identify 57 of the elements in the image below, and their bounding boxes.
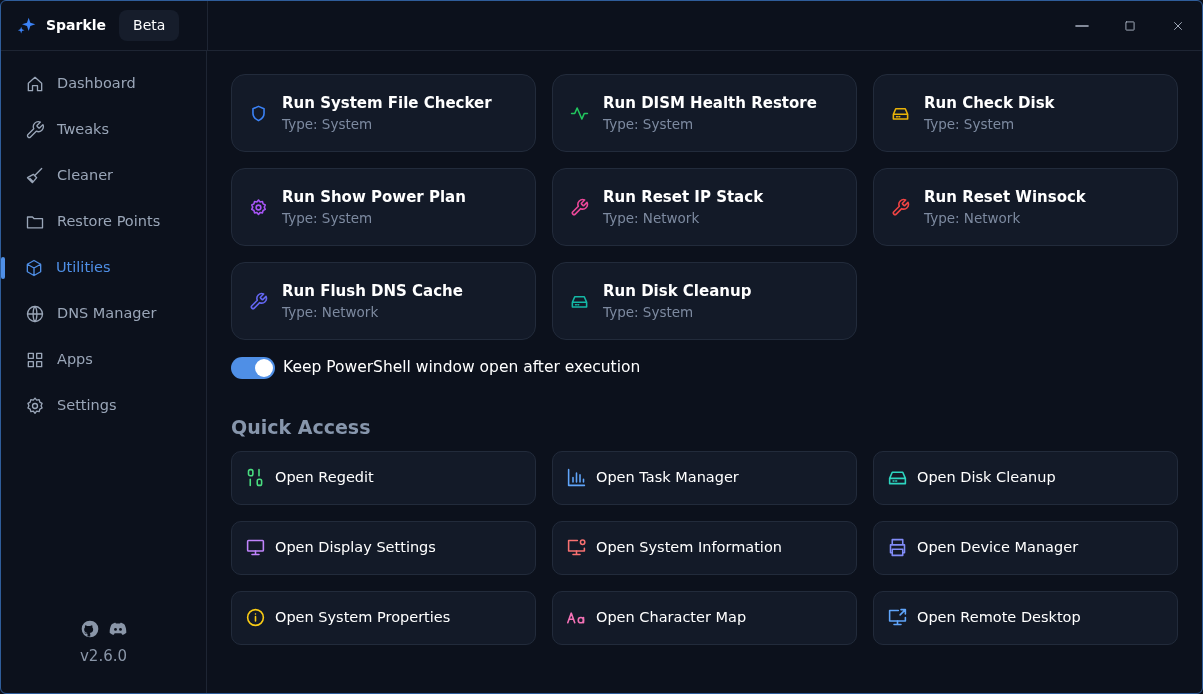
utility-type: Type: Network	[282, 303, 380, 323]
utility-title: Run Flush DNS Cache	[282, 280, 463, 302]
home-icon	[25, 74, 45, 94]
toggle-label: Keep PowerShell window open after execution	[283, 357, 641, 378]
cube-icon	[24, 258, 44, 278]
utility-card[interactable]: Run Disk Cleanup Type: System	[552, 262, 857, 340]
quick-access-button[interactable]: Open System Properties	[231, 590, 536, 645]
sidebar-item[interactable]: Tweaks	[1, 107, 206, 153]
minimize-icon	[1075, 24, 1089, 27]
quick-access-button[interactable]: Open Task Manager	[552, 450, 857, 505]
utility-title: Run System File Checker	[282, 92, 492, 114]
utility-type: Type: System	[603, 303, 695, 323]
quick-access-button[interactable]: Open Device Manager	[873, 520, 1178, 575]
beta-badge: Beta	[119, 10, 180, 41]
utility-title: Run Show Power Plan	[282, 186, 466, 208]
maximize-icon	[1123, 18, 1137, 33]
utility-card[interactable]: Run System File Checker Type: System	[231, 74, 536, 152]
version-label: v2.6.0	[79, 645, 127, 667]
utility-type: Type: System	[282, 115, 374, 135]
utility-title: Run Reset Winsock	[924, 186, 1086, 208]
utility-type: Type: System	[603, 115, 695, 135]
utility-type: Type: System	[924, 115, 1016, 135]
utility-card[interactable]: Run DISM Health Restore Type: System	[552, 74, 857, 152]
utility-card[interactable]: Run Show Power Plan Type: System	[231, 168, 536, 246]
sidebar-item[interactable]: Dashboard	[1, 61, 206, 107]
sidebar-item[interactable]: DNS Manager	[1, 291, 206, 337]
sidebar-item[interactable]: Utilities	[1, 245, 206, 291]
sidebar-item[interactable]: Restore Points	[1, 199, 206, 245]
utility-type: Type: Network	[603, 209, 701, 229]
wrench-icon	[25, 120, 45, 140]
quick-access-button[interactable]: Open Display Settings	[231, 520, 536, 575]
quick-access-button[interactable]: Open System Information	[552, 520, 857, 575]
utility-title: Run Check Disk	[924, 92, 1055, 114]
utility-card[interactable]: Run Flush DNS Cache Type: Network	[231, 262, 536, 340]
github-icon[interactable]	[79, 618, 100, 639]
sidebar-item[interactable]: Settings	[1, 383, 206, 429]
brush-icon	[25, 166, 45, 186]
settings-icon	[25, 396, 45, 416]
quick-access-button[interactable]: Open Character Map	[552, 590, 857, 645]
toggle-switch[interactable]	[231, 356, 275, 379]
utility-type: Type: Network	[924, 209, 1022, 229]
globe-icon	[25, 304, 45, 324]
utility-card[interactable]: Run Check Disk Type: System	[873, 74, 1178, 152]
utility-card[interactable]: Run Reset Winsock Type: Network	[873, 168, 1178, 246]
utility-title: Run Reset IP Stack	[603, 186, 764, 208]
utility-title: Run Disk Cleanup	[603, 280, 752, 302]
sidebar-item[interactable]: Cleaner	[1, 153, 206, 199]
quick-access-button[interactable]: Open Remote Desktop	[873, 590, 1178, 645]
quick-access-button[interactable]: Open Regedit	[231, 450, 536, 505]
utility-type: Type: System	[282, 209, 374, 229]
quick-access-button[interactable]: Open Disk Cleanup	[873, 450, 1178, 505]
utility-card[interactable]: Run Reset IP Stack Type: Network	[552, 168, 857, 246]
grid-icon	[25, 350, 45, 370]
section-heading: Quick Access	[231, 415, 372, 441]
app-name: Sparkle	[46, 16, 107, 35]
utility-title: Run DISM Health Restore	[603, 92, 817, 114]
sidebar-item[interactable]: Apps	[1, 337, 206, 383]
